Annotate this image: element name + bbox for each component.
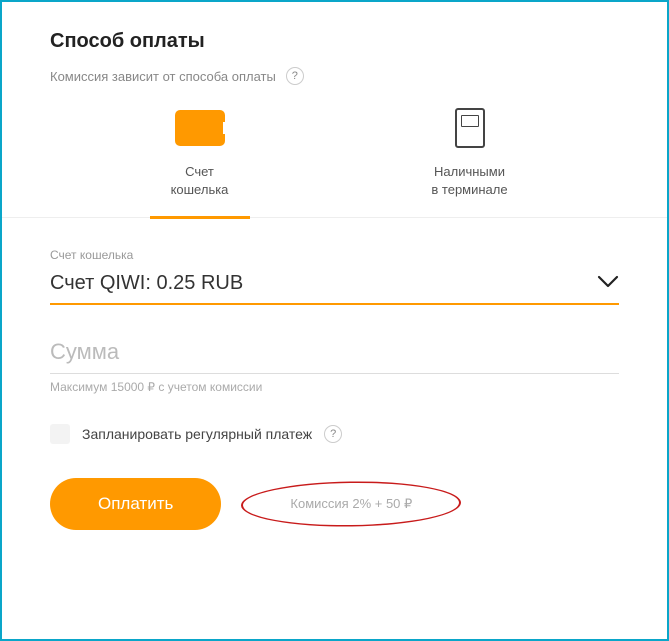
amount-input[interactable] [50,335,619,374]
commission-note-row: Комиссия зависит от способа оплаты ? [50,67,619,85]
help-icon[interactable]: ? [286,67,304,85]
commission-note: Комиссия зависит от способа оплаты [50,69,276,84]
action-row: Оплатить Комиссия 2% + 50 ₽ [50,474,619,534]
payment-form: Счет кошелька Счет QIWI: 0.25 RUB Максим… [2,218,667,534]
amount-hint: Максимум 15000 ₽ с учетом комиссии [50,380,619,394]
wallet-account-field: Счет кошелька Счет QIWI: 0.25 RUB [50,248,619,305]
commission-callout: Комиссия 2% + 50 ₽ [241,474,461,534]
method-cash-label: Наличными в терминале [431,163,507,199]
wallet-icon [175,107,225,149]
wallet-account-label: Счет кошелька [50,248,619,262]
wallet-account-select[interactable]: Счет QIWI: 0.25 RUB [50,266,619,305]
schedule-row: Запланировать регулярный платеж ? [50,424,619,444]
payment-panel: Способ оплаты Комиссия зависит от способ… [0,0,669,641]
payment-methods: Счет кошелька Наличными в терминале [50,107,619,217]
chevron-down-icon [597,273,619,294]
method-cash-terminal[interactable]: Наличными в терминале [400,107,540,217]
terminal-icon [455,107,485,149]
pay-button[interactable]: Оплатить [50,478,221,530]
wallet-account-value: Счет QIWI: 0.25 RUB [50,272,243,295]
help-icon[interactable]: ? [324,425,342,443]
commission-text: Комиссия 2% + 50 ₽ [290,496,412,512]
payment-method-section: Способ оплаты Комиссия зависит от способ… [2,2,667,217]
amount-field: Максимум 15000 ₽ с учетом комиссии [50,335,619,394]
section-title: Способ оплаты [50,30,619,53]
schedule-checkbox[interactable] [50,424,70,444]
schedule-label: Запланировать регулярный платеж [82,426,312,442]
method-wallet-label: Счет кошелька [171,163,229,199]
method-wallet[interactable]: Счет кошелька [130,107,270,217]
